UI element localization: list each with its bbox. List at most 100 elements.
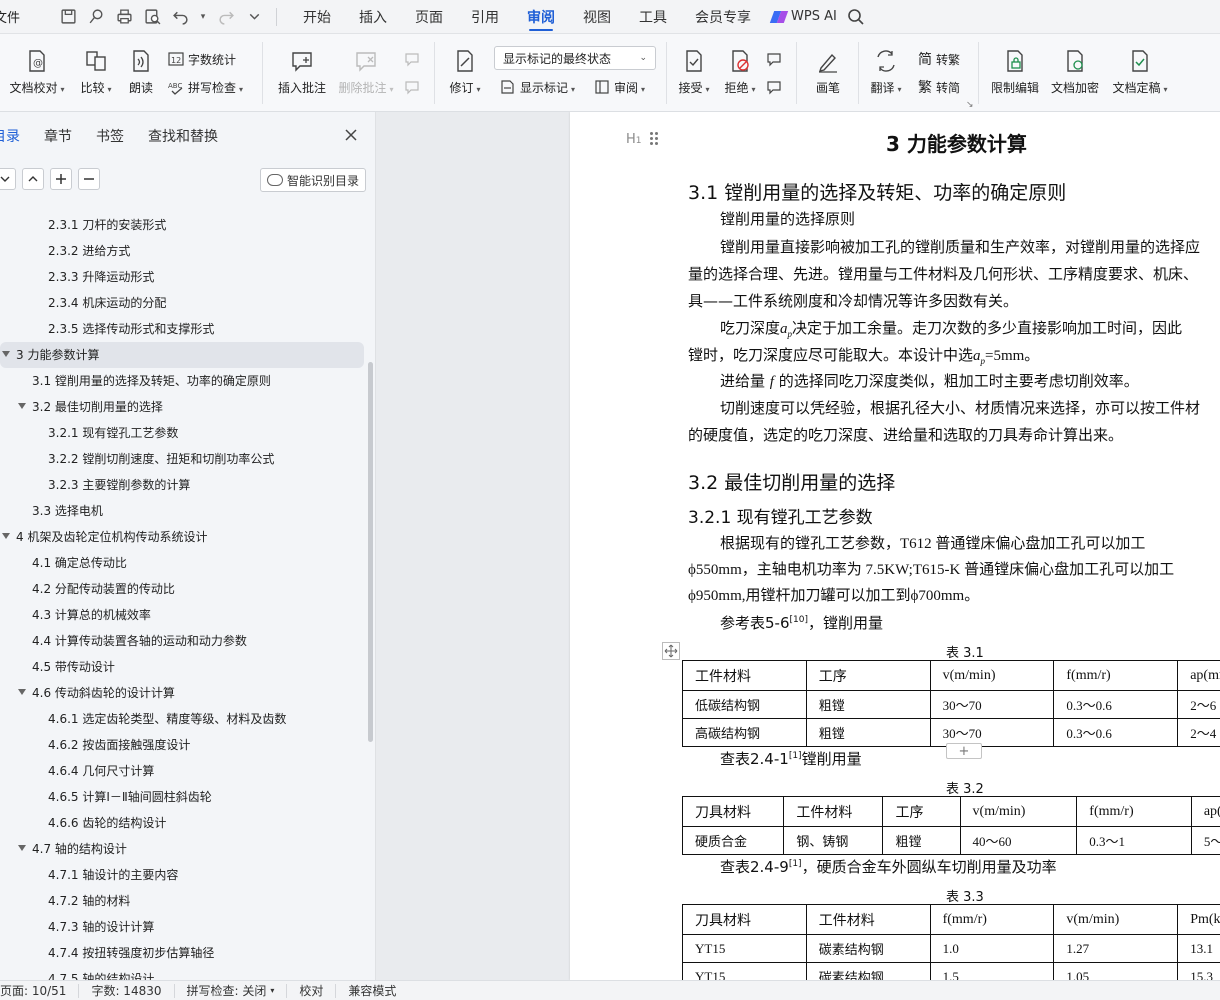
toc-item[interactable]: 3.2 最佳切削用量的选择	[0, 394, 364, 420]
nav-tab-bookmarks[interactable]: 书签	[96, 126, 124, 146]
customize-chevron-icon[interactable]	[244, 7, 264, 27]
table-header-cell[interactable]: 工件材料	[805, 904, 931, 935]
table-header-cell[interactable]: f(mm/r)	[1053, 660, 1179, 691]
toc-item[interactable]: 4.4 计算传动装置各轴的运动和动力参数	[0, 628, 364, 654]
expand-triangle-icon[interactable]	[2, 351, 10, 357]
drag-handle-icon[interactable]	[650, 132, 660, 146]
toc-item[interactable]: 4.2 分配传动装置的传动比	[0, 576, 364, 602]
toc-item[interactable]: 4.6.6 齿轮的结构设计	[0, 810, 364, 836]
table-cell[interactable]: 0.3～0.6	[1053, 690, 1179, 719]
table-cell[interactable]: 2～4	[1177, 718, 1220, 747]
table-header-cell[interactable]: 刀具材料	[682, 904, 807, 935]
tab-view[interactable]: 视图	[569, 0, 625, 34]
toc-item[interactable]: 4.1 确定总传动比	[0, 550, 364, 576]
dialog-launcher-icon[interactable]: ↘	[966, 100, 974, 110]
close-icon[interactable]	[344, 128, 358, 142]
toc-item[interactable]: 2.3.5 选择传动形式和支撑形式	[0, 316, 364, 342]
review-pane-button[interactable]: 审阅 ▾	[594, 76, 645, 98]
spell-check-button[interactable]: ABC 拼写检查 ▾	[168, 76, 243, 98]
doc-check-button[interactable]: @ 文档校对 ▾	[4, 44, 70, 100]
toc-item[interactable]: 4.7.2 轴的材料	[0, 888, 364, 914]
table-cell[interactable]: 高碳结构钢	[682, 718, 807, 747]
toc-item[interactable]: 4.7 轴的结构设计	[0, 836, 364, 862]
to-simplified-button[interactable]: 繁 转简	[918, 76, 960, 98]
toc-item[interactable]: 2.3.4 机床运动的分配	[0, 290, 364, 316]
table-cell[interactable]: YT15	[682, 962, 807, 980]
table-header-cell[interactable]: 工序	[882, 796, 961, 827]
nav-scrollbar[interactable]	[368, 362, 373, 742]
table-header-cell[interactable]: v(m/min)	[959, 796, 1078, 827]
accept-button[interactable]: 接受 ▾	[674, 44, 714, 100]
smart-toc-button[interactable]: 智能识别目录	[260, 168, 367, 192]
table-cell[interactable]: 0.3～1	[1076, 826, 1192, 855]
toc-item[interactable]: 3.2.1 现有镗孔工艺参数	[0, 420, 364, 446]
toc-item[interactable]: 4.3 计算总的机械效率	[0, 602, 364, 628]
print-icon[interactable]	[114, 7, 134, 27]
restrict-edit-button[interactable]: 限制编辑	[988, 44, 1042, 100]
word-count-indicator[interactable]: 字数: 14830	[79, 983, 175, 998]
table-header-cell[interactable]: ap(mm)	[1190, 796, 1220, 827]
toc-item[interactable]: 4.6.5 计算Ⅰ－Ⅱ轴间圆柱斜齿轮	[0, 784, 364, 810]
encrypt-button[interactable]: 文档加密	[1048, 44, 1102, 100]
toc-item[interactable]: 4.7.1 轴设计的主要内容	[0, 862, 364, 888]
table-header-cell[interactable]: v(m/min)	[1053, 904, 1179, 935]
to-traditional-button[interactable]: 简 转繁	[918, 48, 960, 70]
table-cell[interactable]: 钢、铸钢	[783, 826, 884, 855]
page-indicator[interactable]: 页面: 10/51	[0, 983, 80, 998]
previous-change-button[interactable]	[766, 48, 782, 70]
table-cell[interactable]: 碳素结构钢	[805, 962, 931, 980]
toc-item[interactable]: 4.6.2 按齿面接触强度设计	[0, 732, 364, 758]
table-cell[interactable]: 2～6	[1177, 690, 1220, 719]
collapse-all-button[interactable]	[0, 168, 16, 190]
table-move-handle-icon[interactable]	[662, 642, 680, 660]
table-header-cell[interactable]: f(mm/r)	[929, 904, 1055, 935]
toc-item[interactable]: 2.3.1 刀杆的安装形式	[0, 212, 364, 238]
table-cell[interactable]: 13.1	[1177, 934, 1220, 963]
undo-icon[interactable]	[170, 7, 190, 27]
table-cell[interactable]: 1.0	[929, 934, 1055, 963]
read-aloud-button[interactable]: 朗读	[124, 44, 158, 100]
tab-references[interactable]: 引用	[457, 0, 513, 34]
expand-triangle-icon[interactable]	[18, 845, 26, 851]
redo-icon[interactable]	[216, 7, 236, 27]
table-header-cell[interactable]: 工件材料	[783, 796, 884, 827]
add-heading-button[interactable]	[50, 168, 72, 190]
table-cell[interactable]: 硬质合金	[681, 826, 785, 855]
table-header-cell[interactable]: 工件材料	[682, 660, 807, 691]
tab-home[interactable]: 开始	[289, 0, 345, 34]
heading-level-marker[interactable]: H1	[626, 132, 642, 147]
remove-heading-button[interactable]	[78, 168, 100, 190]
word-count-button[interactable]: 12 字数统计	[168, 48, 236, 70]
toc-item[interactable]: 4 机架及齿轮定位机构传动系统设计	[0, 524, 364, 550]
table-cell[interactable]: 15.3	[1177, 962, 1220, 980]
delete-comment-button[interactable]: 删除批注 ▾	[336, 44, 396, 100]
table-header-cell[interactable]: v(m/min)	[929, 660, 1055, 691]
next-change-button[interactable]	[766, 76, 782, 98]
toc-item[interactable]: 3.2.2 镗削切削速度、扭矩和切削功率公式	[0, 446, 364, 472]
finalize-button[interactable]: 文档定稿 ▾	[1108, 44, 1172, 100]
promote-level-button[interactable]	[22, 168, 44, 190]
track-changes-button[interactable]: 修订 ▾	[444, 44, 486, 100]
wps-ai-button[interactable]: WPS AI	[769, 9, 837, 24]
expand-triangle-icon[interactable]	[18, 689, 26, 695]
table-header-cell[interactable]: ap(mm)	[1177, 660, 1220, 691]
table-cell[interactable]: 粗镗	[805, 718, 931, 747]
search-icon[interactable]	[847, 8, 865, 26]
next-comment-button[interactable]	[404, 76, 420, 98]
table-cell[interactable]: 碳素结构钢	[805, 934, 931, 963]
spell-check-status[interactable]: 拼写检查: 关闭 ▾	[175, 983, 288, 998]
document-page[interactable]: H1 3 力能参数计算 3.1 镗削用量的选择及转矩、功率的确定原则 镗削用量的…	[570, 112, 1220, 980]
nav-tab-chapters[interactable]: 章节	[44, 126, 72, 146]
display-mode-select[interactable]: 显示标记的最终状态 ⌄	[494, 46, 656, 70]
tab-member[interactable]: 会员专享	[681, 0, 765, 34]
tab-page[interactable]: 页面	[401, 0, 457, 34]
table-cell[interactable]: 1.05	[1053, 962, 1179, 980]
save-icon[interactable]	[58, 7, 78, 27]
reject-button[interactable]: 拒绝 ▾	[720, 44, 760, 100]
toc-item[interactable]: 3.1 镗削用量的选择及转矩、功率的确定原则	[0, 368, 364, 394]
toc-item[interactable]: 2.3.3 升降运动形式	[0, 264, 364, 290]
toc-item[interactable]: 3.3 选择电机	[0, 498, 364, 524]
show-markup-button[interactable]: 显示标记 ▾	[500, 76, 575, 98]
nav-tab-toc[interactable]: 目录	[0, 126, 20, 146]
tab-insert[interactable]: 插入	[345, 0, 401, 34]
